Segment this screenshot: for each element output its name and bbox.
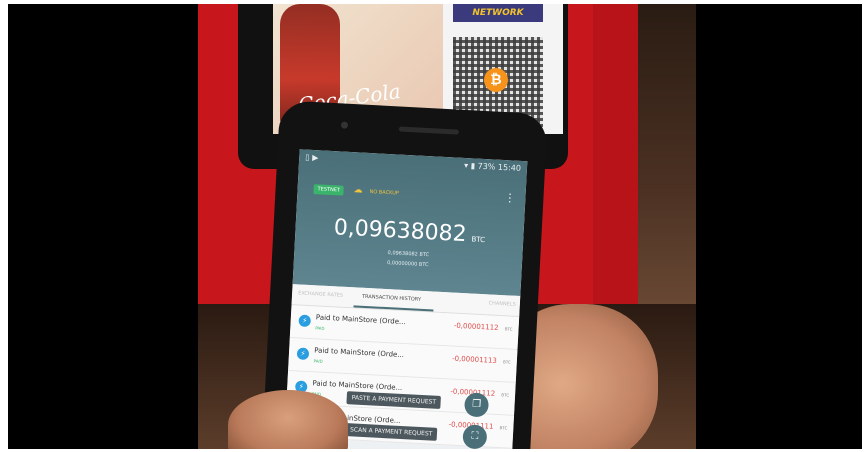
overflow-menu-icon[interactable]: ⋮: [504, 191, 516, 205]
tx-unit: BTC: [499, 425, 508, 431]
tx-unit: BTC: [504, 326, 513, 332]
lightning-network-banner: NETWORK: [453, 4, 543, 22]
hand-holding-phone: [228, 390, 348, 452]
backup-status[interactable]: NO BACKUP: [369, 189, 399, 197]
tx-title: Paid to MainStore (Orde...: [312, 379, 403, 392]
battery-level: 73%: [477, 161, 496, 172]
balance-unit: BTC: [471, 235, 486, 245]
phone-camera: [340, 121, 349, 129]
bitcoin-logo-icon: ₿: [484, 68, 508, 92]
tx-status: PAID: [315, 325, 325, 331]
status-right: ▾ ▮ 73% 15:40: [464, 161, 521, 173]
clock: 15:40: [497, 162, 522, 173]
tab-transaction-history[interactable]: TRANSACTION HISTORY: [362, 294, 421, 303]
tx-status: PAID: [313, 358, 323, 364]
tx-title: Paid to MainStore (Orde...: [313, 346, 405, 360]
tx-meta: PAID: [313, 358, 322, 363]
network-badge: TESTNET: [313, 184, 345, 196]
video-frame: Coca-Cola NETWORK ₿ ▯ ▶ ▾ ▮ 73% 15:40 TE…: [0, 0, 866, 452]
frame-border-top: [0, 0, 866, 4]
wallet-header: ▯ ▶ ▾ ▮ 73% 15:40 TESTNET ☁ NO BACKUP ⋮ …: [292, 149, 528, 297]
balance-value: 0,09638082: [333, 215, 468, 248]
frame-border-right: [862, 0, 866, 452]
tab-channels[interactable]: CHANNELS: [488, 300, 516, 307]
tx-title: Paid to MainStore (Orde...: [315, 313, 406, 327]
balance: 0,09638082 BTC: [295, 213, 524, 250]
wifi-icon: ▾: [463, 160, 469, 171]
tx-unit: BTC: [501, 392, 510, 398]
notification-icons: ▯ ▶: [305, 152, 319, 163]
lightning-icon: ⚡: [296, 347, 310, 361]
tx-meta: PAID: [315, 325, 324, 330]
battery-icon: ▮: [470, 161, 476, 171]
phone-speaker: [398, 126, 459, 135]
cloud-icon[interactable]: ☁: [353, 185, 363, 195]
tx-amount: -0,00001112: [453, 321, 499, 332]
lightning-icon: ⚡: [298, 314, 312, 328]
tab-exchange-rates[interactable]: EXCHANGE RATES: [298, 290, 343, 298]
frame-border-left: [0, 0, 8, 452]
tx-unit: BTC: [502, 359, 511, 365]
vending-machine-side: [593, 4, 638, 334]
status-bar: ▯ ▶ ▾ ▮ 73% 15:40: [299, 149, 528, 177]
tx-amount: -0,00001113: [451, 354, 498, 365]
